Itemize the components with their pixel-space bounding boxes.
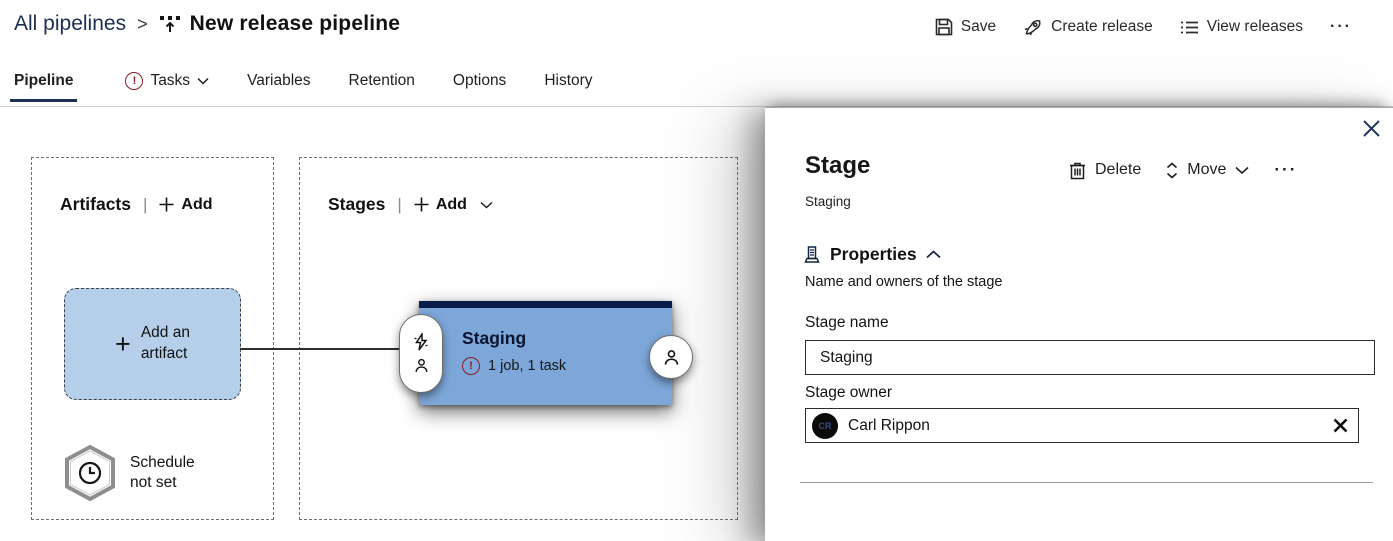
panel-more-button[interactable]: ··· [1274, 160, 1297, 180]
chevron-down-icon [1235, 166, 1249, 174]
delete-stage-button[interactable]: Delete [1069, 161, 1141, 180]
stages-header: Stages | Add [328, 194, 493, 215]
breadcrumb-separator: > [137, 13, 148, 34]
stages-title: Stages [328, 194, 386, 214]
stage-card-text: Staging ! 1 job, 1 task [462, 328, 566, 375]
warning-icon: ! [462, 357, 480, 375]
panel-title: Stage [805, 152, 871, 179]
move-label: Move [1187, 161, 1227, 178]
header-divider-bar: | [397, 194, 402, 214]
command-bar: Save Create release View releases ··· [935, 17, 1352, 37]
tab-label: Pipeline [14, 72, 74, 89]
artifacts-header: Artifacts | Add [60, 194, 213, 215]
tab-label: History [544, 72, 593, 89]
properties-icon [804, 246, 820, 263]
move-stage-button[interactable]: Move [1166, 161, 1249, 179]
lightning-icon [414, 333, 428, 351]
stage-owner-input[interactable]: CR Carl Rippon [805, 408, 1359, 443]
properties-title: Properties [830, 244, 917, 264]
plus-icon [159, 197, 174, 212]
properties-section-toggle[interactable]: Properties [803, 244, 941, 265]
add-stage-button[interactable]: Add [414, 196, 493, 214]
list-icon [1180, 19, 1199, 36]
trash-icon [1070, 162, 1085, 179]
panel-actions: Delete Move ··· [1069, 160, 1297, 180]
tab-pipeline[interactable]: Pipeline [10, 70, 78, 102]
tab-label: Tasks [150, 72, 191, 89]
sort-arrows-icon [1167, 161, 1178, 179]
more-actions-button[interactable]: ··· [1330, 18, 1352, 36]
close-panel-button[interactable] [1362, 119, 1381, 138]
save-icon [935, 18, 953, 36]
tab-label: Variables [247, 72, 311, 89]
properties-description: Name and owners of the stage [805, 274, 1003, 290]
stage-owner-label: Stage owner [805, 384, 893, 401]
tab-options[interactable]: Options [449, 70, 510, 102]
delete-label: Delete [1095, 161, 1142, 178]
clear-x-icon [1333, 418, 1348, 433]
owner-avatar: CR [812, 412, 838, 439]
warning-icon: ! [125, 72, 144, 90]
stage-details-panel: Stage Staging Delete Move ··· Properties… [765, 107, 1393, 541]
release-pipeline-editor: All pipelines > New release pipeline Sav… [0, 0, 1393, 541]
create-release-label: Create release [1051, 18, 1153, 35]
pre-deployment-conditions-button[interactable] [399, 314, 443, 393]
schedule-trigger[interactable]: Schedule not set [63, 444, 195, 502]
ellipsis-icon: ··· [1330, 18, 1352, 35]
close-icon [1363, 120, 1380, 137]
chevron-up-icon [925, 250, 941, 259]
tab-label: Options [452, 72, 507, 89]
breadcrumb: All pipelines > New release pipeline [14, 12, 400, 36]
create-release-button[interactable]: Create release [1023, 17, 1153, 37]
save-button[interactable]: Save [935, 18, 996, 36]
header-divider-bar: | [143, 194, 148, 214]
artifacts-panel: Artifacts | Add + Add an artifact Schedu… [31, 157, 274, 520]
clear-owner-button[interactable] [1329, 414, 1352, 437]
panel-subtitle: Staging [805, 194, 851, 209]
stage-name-input[interactable] [805, 340, 1375, 375]
tab-history[interactable]: History [540, 70, 596, 102]
view-releases-label: View releases [1206, 18, 1304, 35]
tab-tasks[interactable]: ! Tasks [121, 70, 213, 102]
post-deployment-conditions-button[interactable] [649, 335, 693, 379]
schedule-label: Schedule not set [130, 453, 195, 491]
artifact-stage-connector [240, 348, 403, 350]
save-label: Save [960, 18, 997, 35]
ellipsis-icon: ··· [1274, 160, 1298, 179]
person-icon [414, 358, 428, 372]
add-artifact-label: Add an artifact [140, 324, 190, 362]
artifacts-title: Artifacts [60, 194, 131, 214]
chevron-down-icon [197, 77, 209, 85]
release-pipeline-icon [159, 13, 181, 35]
person-icon [664, 349, 678, 365]
tab-bar: Pipeline ! Tasks Variables Retention Opt… [10, 70, 597, 102]
view-releases-button[interactable]: View releases [1180, 18, 1303, 36]
chevron-down-icon [480, 201, 493, 209]
add-artifact-button-header[interactable]: Add [159, 195, 213, 214]
add-an-artifact-button[interactable]: + Add an artifact [64, 288, 241, 400]
add-label: Add [435, 195, 467, 213]
schedule-clock-icon [63, 444, 117, 502]
rocket-icon [1023, 17, 1043, 37]
tab-retention[interactable]: Retention [345, 70, 419, 102]
add-label: Add [181, 195, 213, 213]
panel-section-divider [800, 482, 1373, 483]
page-title: New release pipeline [189, 12, 401, 35]
stage-card-summary[interactable]: 1 job, 1 task [488, 358, 566, 374]
tab-variables[interactable]: Variables [243, 70, 314, 102]
plus-icon: + [115, 328, 131, 359]
tab-label: Retention [348, 72, 415, 89]
breadcrumb-all-pipelines[interactable]: All pipelines [14, 12, 126, 36]
owner-name: Carl Rippon [848, 416, 930, 434]
stage-name-label: Stage name [805, 314, 889, 331]
plus-icon [414, 197, 429, 212]
stage-card-staging[interactable]: Staging ! 1 job, 1 task [399, 301, 693, 405]
stage-card-name: Staging [462, 328, 527, 348]
